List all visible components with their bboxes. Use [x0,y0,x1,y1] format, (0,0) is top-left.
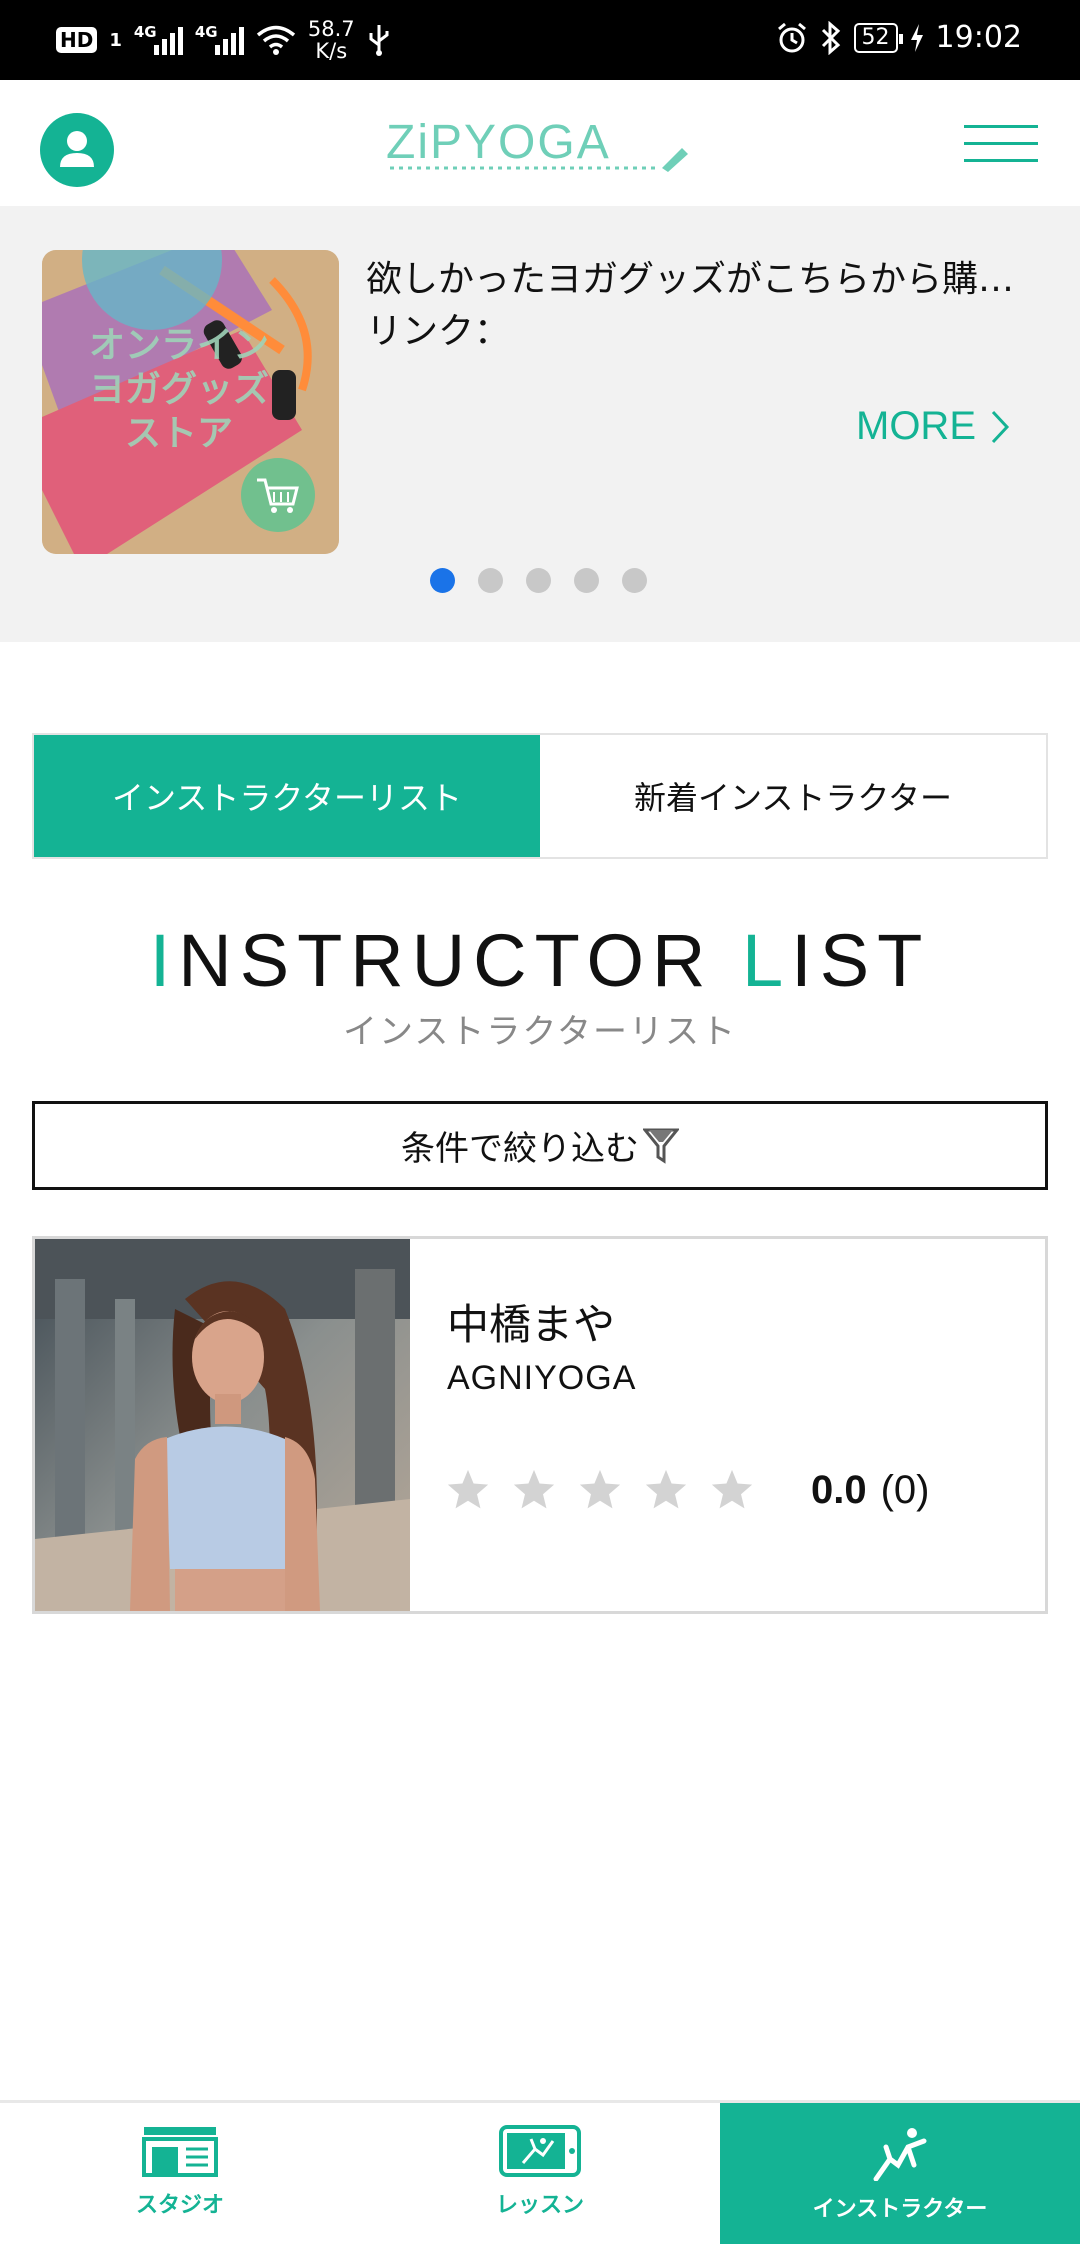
title-middle: NSTRUCTOR [178,919,743,1002]
instructor-tabs: インストラクターリスト 新着インストラクター [32,733,1048,859]
nav-lesson-label: レッスン [495,2193,584,2218]
title-accent-l: L [742,919,792,1002]
speed-unit: K/s [315,39,348,63]
star-icon [513,1469,555,1509]
speed-value: 58.7 [307,17,355,41]
carousel-dot[interactable] [574,568,599,593]
bluetooth-icon [821,20,840,55]
logo-text: ZiPYOGA [386,116,611,169]
carousel-dot[interactable] [622,568,647,593]
filter-button[interactable]: 条件で絞り込む [32,1101,1048,1190]
title-accent-i: I [149,919,179,1002]
more-label: MORE [856,404,976,448]
nav-studio[interactable]: スタジオ [0,2103,360,2244]
network-type: 4G [133,23,157,41]
clock: 19:02 [935,20,1022,55]
battery-indicator: 52 [853,22,903,53]
alarm-icon [777,22,806,52]
section-subtitle: インストラクターリスト [343,1012,737,1052]
zipyoga-logo[interactable]: ZiPYOGA [386,114,696,174]
review-count: (0) [880,1467,930,1512]
instructor-photo [35,1239,410,1611]
user-icon [60,131,94,167]
rating-value: 0.0 [811,1467,867,1512]
studio-icon [142,2127,218,2177]
cell-signal-icon-2: 4G [194,23,244,55]
more-link[interactable]: MORE [856,404,1010,449]
title-end: IST [791,919,931,1002]
hamburger-menu-button[interactable] [964,125,1038,165]
app-header: ZiPYOGA [0,80,1080,206]
banner-image[interactable]: オンライン ヨガグッズ ストア [42,250,339,554]
promo-banner: オンライン ヨガグッズ ストア 欲しかったヨガグッズがこちらから購… リンク： … [0,206,1080,642]
carousel-dot[interactable] [478,568,503,593]
charging-icon [910,23,923,52]
carousel-dot[interactable] [430,568,455,593]
section-title: INSTRUCTOR LIST [0,918,1080,1003]
network-type-2: 4G [194,23,218,41]
filter-icon [643,1128,679,1164]
tab-new-instructors[interactable]: 新着インストラクター [540,735,1046,857]
instructor-icon [873,2128,927,2181]
instructor-studio: AGNIYOGA [447,1359,637,1397]
star-icon [447,1469,489,1509]
status-bar: HD 1 4G 4G 58.7 K/s 52 19:02 [0,0,1080,80]
instructor-rating: 0.0 (0) [445,1467,930,1513]
sim-indicator: 1 [109,29,122,51]
banner-line-1: 欲しかったヨガグッズがこちらから購… [366,259,1015,300]
star-icon [579,1469,621,1509]
instructor-card[interactable]: 中橋まや AGNIYOGA 0.0 (0) [32,1236,1048,1614]
filter-label: 条件で絞り込む [401,1129,639,1169]
instructor-name: 中橋まや [447,1300,616,1349]
nav-lesson[interactable]: レッスン [360,2103,720,2244]
star-icon [711,1469,753,1509]
nav-studio-label: スタジオ [135,2193,224,2218]
wifi-icon [256,25,295,55]
hd-badge: HD [56,27,98,53]
banner-line-2: リンク： [366,311,511,352]
nav-instructor-label: インストラクター [812,2197,988,2222]
banner-image-caption: オンライン ヨガグッズ ストア [88,325,269,454]
tab-instructor-list[interactable]: インストラクターリスト [34,735,540,857]
usb-icon [369,25,389,56]
carousel-pagination [430,568,647,593]
user-account-button[interactable] [40,113,114,187]
star-icon [645,1469,687,1509]
chevron-right-icon [991,410,1010,443]
banner-description: 欲しかったヨガグッズがこちらから購… リンク： [366,254,1016,358]
cell-signal-icon: 4G [133,23,183,55]
bottom-navigation: スタジオ レッスン インストラクター [0,2100,1080,2244]
nav-instructor[interactable]: インストラクター [720,2103,1080,2244]
network-speed: 58.7 K/s [308,18,355,62]
cart-icon [241,458,315,532]
lesson-icon [499,2125,581,2177]
carousel-dot[interactable] [526,568,551,593]
